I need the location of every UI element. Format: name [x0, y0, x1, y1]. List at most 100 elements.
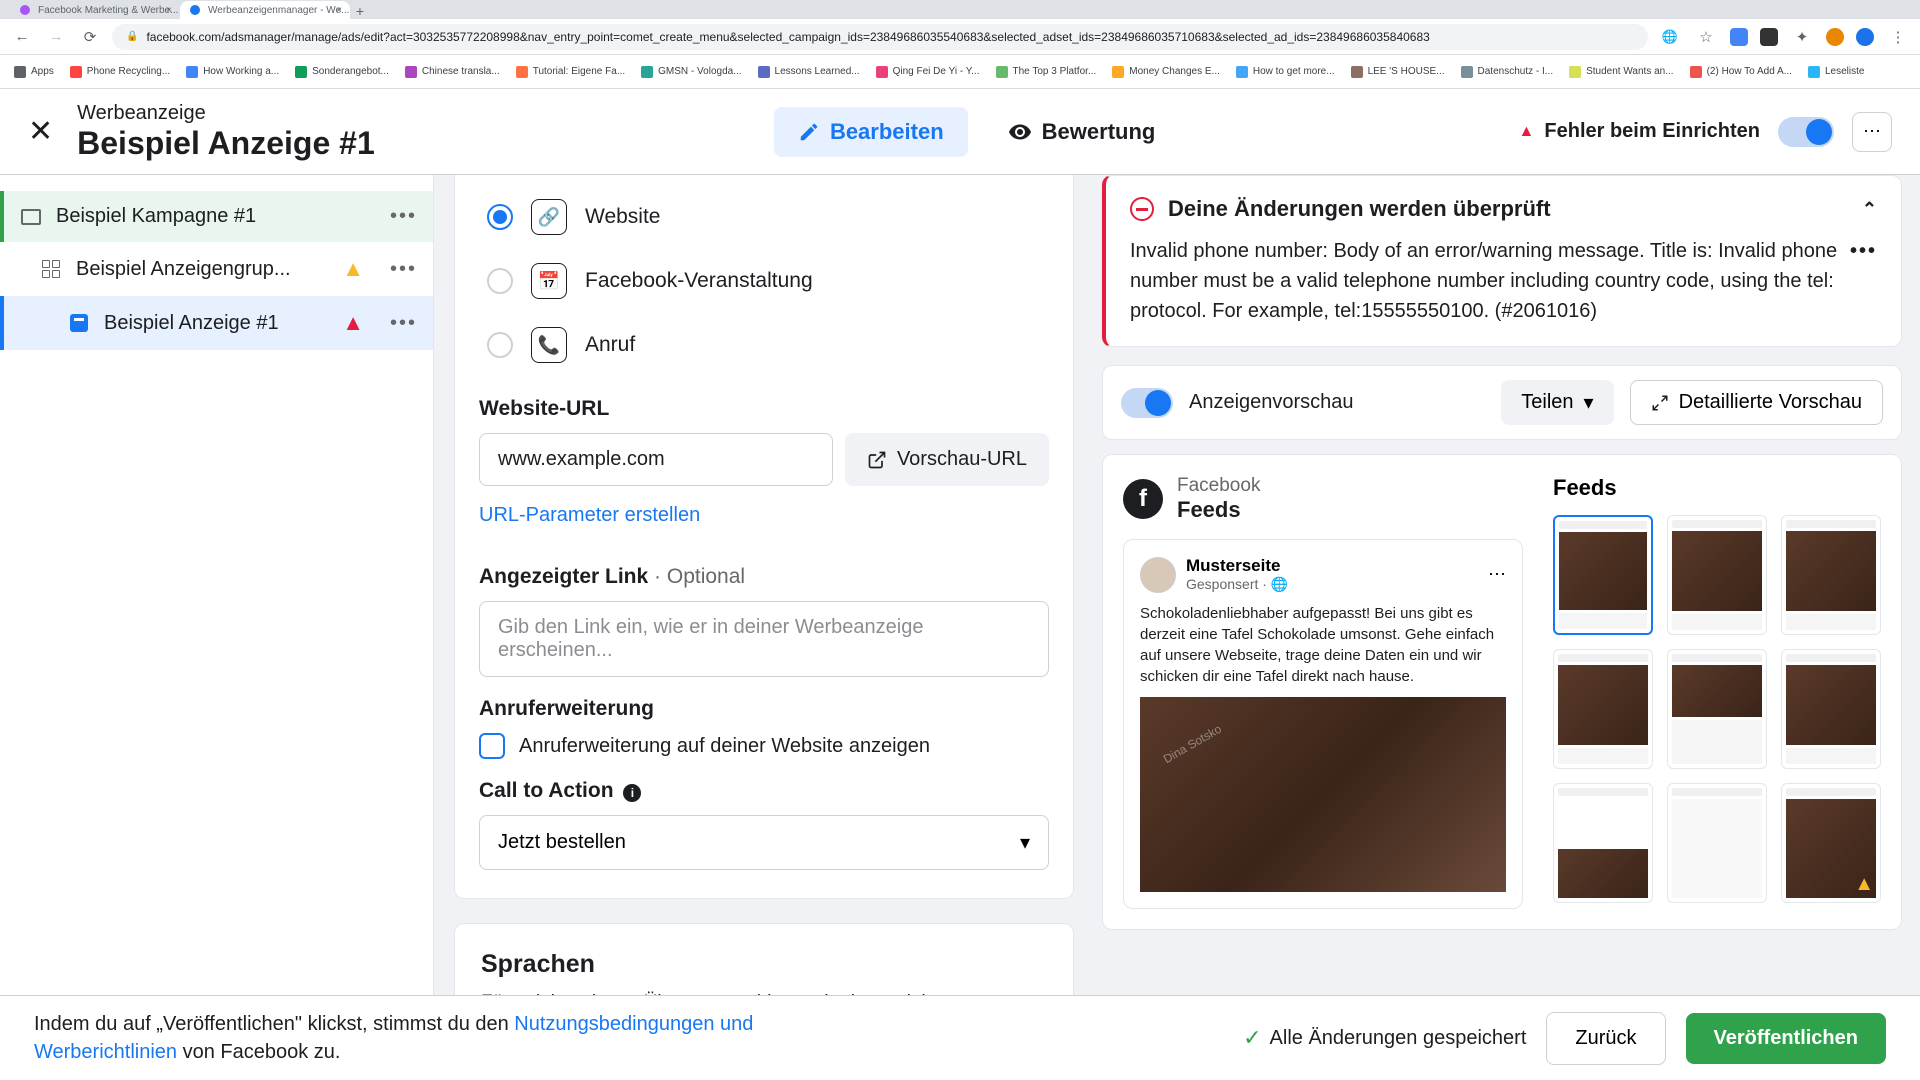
call-extension-checkbox-row[interactable]: Anruferweiterung auf deiner Website anze… [479, 733, 1049, 759]
sidebar-campaign[interactable]: Beispiel Kampagne #1 ••• [0, 191, 433, 242]
bookmark[interactable]: Leseliste [1804, 66, 1868, 78]
lock-icon: 🔒 [126, 31, 138, 42]
preview-grid: f Facebook Feeds Musterseite Gesponsert … [1102, 454, 1902, 930]
tab-review[interactable]: Bewertung [984, 107, 1180, 157]
bookmark[interactable]: Datenschutz - I... [1457, 66, 1558, 78]
more-icon[interactable]: ••• [390, 205, 417, 228]
website-url-input[interactable]: www.example.com [479, 433, 833, 486]
browser-tab-active[interactable]: Werbeanzeigenmanager - We...× [180, 1, 350, 19]
back-button[interactable]: Zurück [1546, 1012, 1665, 1065]
more-icon[interactable]: ••• [390, 312, 417, 335]
radio[interactable] [487, 332, 513, 358]
thumb[interactable] [1667, 649, 1767, 769]
browser-tab[interactable]: Facebook Marketing & Werbe...× [10, 1, 180, 19]
menu-icon[interactable]: ⋮ [1886, 25, 1910, 49]
bookmark[interactable]: GMSN - Vologda... [637, 66, 745, 78]
star-icon[interactable]: ☆ [1694, 25, 1718, 49]
cta-label: Call to Action i [479, 779, 1049, 803]
ext-icon[interactable] [1730, 28, 1748, 46]
close-button[interactable]: ✕ [28, 114, 53, 149]
puzzle-icon[interactable]: ✦ [1790, 25, 1814, 49]
reload-icon[interactable]: ⟳ [78, 25, 102, 49]
eye-icon [1008, 120, 1032, 144]
thumb[interactable] [1553, 783, 1653, 903]
display-link-input[interactable]: Gib den Link ein, wie er in deiner Werbe… [479, 601, 1049, 677]
thumb[interactable]: ▲ [1781, 783, 1881, 903]
saved-status: ✓ Alle Änderungen gespeichert [1243, 1025, 1526, 1051]
sidebar-adset[interactable]: Beispiel Anzeigengrup... ▲ ••• [0, 242, 433, 296]
bookmark[interactable]: (2) How To Add A... [1686, 66, 1796, 78]
bookmark[interactable]: Tutorial: Eigene Fa... [512, 66, 629, 78]
preview-url-button[interactable]: Vorschau-URL [845, 433, 1049, 486]
ad-image: Dina Sotsko [1140, 697, 1506, 892]
preview-placement: Feeds [1177, 497, 1260, 523]
more-button[interactable]: ⋯ [1852, 112, 1892, 152]
error-status: ▲ Fehler beim Einrichten [1519, 120, 1760, 143]
header-overline: Werbeanzeige [77, 102, 375, 125]
preview-thumbs: Feeds ▲ [1553, 475, 1881, 909]
thumbs-title: Feeds [1553, 475, 1881, 501]
header-tabs: Bearbeiten Bewertung [435, 107, 1519, 157]
checkbox[interactable] [479, 733, 505, 759]
alert-body: Invalid phone number: Body of an error/w… [1130, 236, 1877, 326]
alert-header[interactable]: Deine Änderungen werden überprüft ⌃ [1130, 196, 1877, 222]
header-right: ▲ Fehler beim Einrichten ⋯ [1519, 112, 1892, 152]
sidebar-ad[interactable]: Beispiel Anzeige #1 ▲ ••• [0, 296, 433, 350]
preview-platform: Facebook [1177, 475, 1260, 497]
bookmark[interactable]: How to get more... [1232, 66, 1339, 78]
chevron-up-icon[interactable]: ⌃ [1862, 199, 1877, 220]
bookmark[interactable]: Sonderangebot... [291, 66, 393, 78]
forward-icon[interactable]: → [44, 25, 68, 49]
thumb[interactable] [1781, 515, 1881, 635]
bookmark[interactable]: The Top 3 Platfor... [992, 66, 1101, 78]
close-icon[interactable]: × [166, 5, 172, 16]
preview-bar: Anzeigenvorschau Teilen▾ Detaillierte Vo… [1102, 365, 1902, 440]
bookmark[interactable]: Student Wants an... [1565, 66, 1677, 78]
header-title: Beispiel Anzeige #1 [77, 125, 375, 162]
more-icon[interactable]: ⋯ [1488, 564, 1506, 585]
info-icon[interactable]: i [623, 784, 641, 802]
header-toggle[interactable] [1778, 117, 1834, 147]
translate-icon[interactable]: 🌐 [1658, 25, 1682, 49]
warning-icon: ▲ [1854, 873, 1874, 896]
url-params-link[interactable]: URL-Parameter erstellen [479, 504, 700, 527]
close-icon[interactable]: × [336, 5, 342, 16]
bookmark[interactable]: Lessons Learned... [754, 66, 864, 78]
destination-call[interactable]: 📞 Anruf [479, 313, 1049, 377]
bookmark[interactable]: Money Changes E... [1108, 66, 1224, 78]
alert-card: Deine Änderungen werden überprüft ⌃ Inva… [1102, 175, 1902, 347]
back-icon[interactable]: ← [10, 25, 34, 49]
destination-event[interactable]: 📅 Facebook-Veranstaltung [479, 249, 1049, 313]
destination-website[interactable]: 🔗 Website [479, 185, 1049, 249]
tab-edit[interactable]: Bearbeiten [774, 107, 968, 157]
bookmark[interactable]: Apps [10, 66, 58, 78]
bookmark[interactable]: Phone Recycling... [66, 66, 174, 78]
url-input[interactable]: 🔒facebook.com/adsmanager/manage/ads/edit… [112, 24, 1648, 50]
more-icon[interactable]: ••• [1850, 236, 1877, 266]
detailed-preview-button[interactable]: Detaillierte Vorschau [1630, 380, 1883, 425]
bookmark[interactable]: How Working a... [182, 66, 283, 78]
ad-text: Schokoladenliebhaber aufgepasst! Bei uns… [1140, 603, 1506, 687]
radio-checked[interactable] [487, 204, 513, 230]
thumb[interactable] [1667, 515, 1767, 635]
cta-dropdown[interactable]: Jetzt bestellen ▾ [479, 815, 1049, 870]
ext-icon[interactable] [1826, 28, 1844, 46]
ext-icon[interactable] [1760, 28, 1778, 46]
bookmark[interactable]: Qing Fei De Yi - Y... [872, 66, 984, 78]
new-tab-button[interactable]: + [350, 3, 370, 19]
preview-main: f Facebook Feeds Musterseite Gesponsert … [1123, 475, 1523, 909]
more-icon[interactable]: ••• [390, 258, 417, 281]
footer-text: Indem du auf „Veröffentlichen" klickst, … [34, 1010, 814, 1066]
profile-icon[interactable] [1856, 28, 1874, 46]
preview-toggle[interactable] [1121, 388, 1173, 418]
thumb[interactable] [1667, 783, 1767, 903]
thumb[interactable] [1553, 649, 1653, 769]
publish-button[interactable]: Veröffentlichen [1686, 1013, 1886, 1064]
radio[interactable] [487, 268, 513, 294]
bookmark[interactable]: LEE 'S HOUSE... [1347, 66, 1449, 78]
thumb[interactable] [1781, 649, 1881, 769]
grid-icon [40, 258, 62, 280]
bookmark[interactable]: Chinese transla... [401, 66, 504, 78]
thumb[interactable] [1553, 515, 1653, 635]
share-button[interactable]: Teilen▾ [1501, 380, 1613, 425]
